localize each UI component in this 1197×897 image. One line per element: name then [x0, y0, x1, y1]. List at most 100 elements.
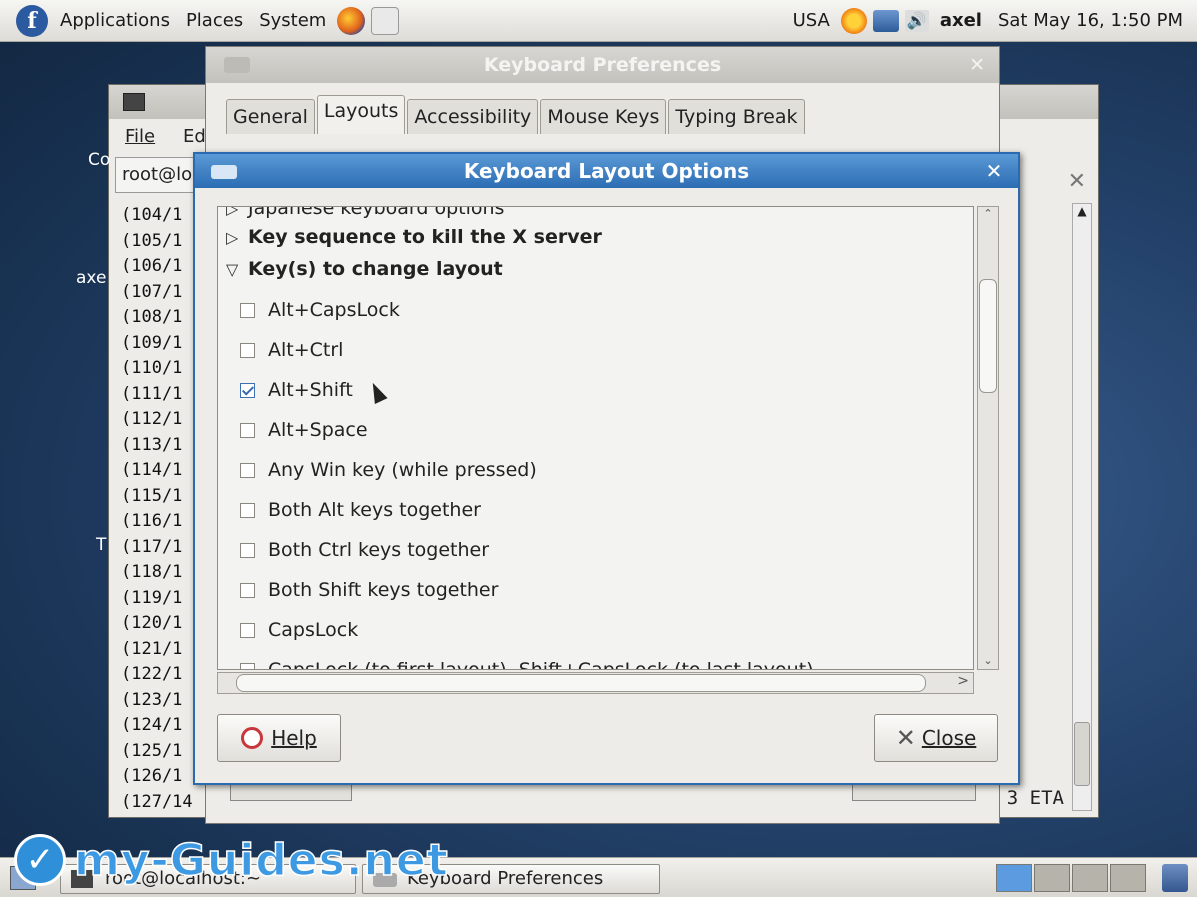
checkbox-icon[interactable]	[240, 542, 255, 558]
options-tree: ▷ Japanese keyboard options ▷ Key sequen…	[217, 206, 974, 670]
workspace-2[interactable]	[1034, 864, 1070, 892]
tab-typing-break[interactable]: Typing Break	[668, 99, 805, 134]
checkbox-icon[interactable]	[240, 582, 255, 598]
dialog-close-icon[interactable]: ✕	[982, 159, 1006, 183]
option-any-win-key-while-pressed[interactable]: Any Win key (while pressed)	[240, 455, 537, 485]
checkbox-icon[interactable]	[240, 622, 255, 638]
update-notifier-icon[interactable]	[840, 8, 867, 34]
places-menu[interactable]: Places	[178, 0, 251, 42]
workspace-3[interactable]	[1072, 864, 1108, 892]
checkbox-icon[interactable]	[240, 662, 255, 669]
terminal-line: (117/1	[121, 536, 183, 557]
desktop-icon-label[interactable]: T	[96, 535, 106, 555]
group-change-layout[interactable]: ▽ Key(s) to change layout	[226, 254, 503, 284]
option-alt-shift[interactable]: Alt+Shift	[240, 375, 353, 405]
help-button[interactable]: Help	[217, 714, 341, 762]
desktop-icon-label[interactable]: Co	[88, 150, 110, 170]
trash-icon[interactable]	[1162, 864, 1188, 892]
group-label: Key(s) to change layout	[248, 258, 503, 280]
desktop-icon-label[interactable]: axe	[76, 268, 106, 288]
help-button-label: Help	[271, 726, 317, 750]
window-close-icon[interactable]: ✕	[969, 47, 985, 83]
terminal-line: (113/1	[121, 434, 183, 455]
user-name[interactable]: axel	[932, 0, 990, 42]
terminal-line: (110/1	[121, 358, 183, 378]
terminal-line: (116/1	[121, 511, 183, 531]
option-capslock[interactable]: CapsLock	[240, 615, 358, 645]
checkmark-icon: ✓	[14, 834, 66, 886]
applications-menu[interactable]: Applications	[52, 0, 178, 42]
terminal-line: (111/1	[121, 383, 183, 404]
vertical-scroll-thumb[interactable]	[979, 279, 997, 393]
group-japanese[interactable]: ▷ Japanese keyboard options	[226, 206, 505, 223]
close-button-label: Close	[921, 726, 977, 750]
workspace-4[interactable]	[1110, 864, 1146, 892]
dialog-title: Keyboard Layout Options	[463, 159, 750, 183]
option-both-alt-keys-together[interactable]: Both Alt keys together	[240, 495, 481, 525]
tab-mouse-keys[interactable]: Mouse Keys	[540, 99, 667, 134]
option-label: Both Ctrl keys together	[268, 539, 490, 561]
terminal-line: (112/1	[121, 409, 183, 429]
option-label: Alt+Shift	[268, 379, 353, 401]
terminal-line: (125/1	[121, 740, 183, 761]
close-button[interactable]: ✕ Close	[874, 714, 998, 762]
option-capslock-to-first-layout-shift-capslock-to-last-layout[interactable]: CapsLock (to first layout), Shift+CapsLo…	[240, 655, 814, 669]
network-icon[interactable]	[872, 10, 899, 32]
firefox-icon[interactable]	[337, 6, 366, 35]
option-both-shift-keys-together[interactable]: Both Shift keys together	[240, 575, 498, 605]
close-icon: ✕	[895, 724, 916, 752]
mail-icon[interactable]	[371, 6, 400, 35]
tab-accessibility[interactable]: Accessibility	[407, 99, 539, 134]
terminal-line: (118/1	[121, 562, 183, 582]
terminal-tab[interactable]: root@lo	[115, 157, 205, 193]
terminal-line: (123/1	[121, 689, 183, 710]
group-kill-x-server[interactable]: ▷ Key sequence to kill the X server	[226, 222, 602, 252]
keyboard-layout-indicator[interactable]: USA	[785, 0, 838, 42]
options-horizontal-scrollbar[interactable]: >	[217, 672, 974, 694]
checkbox-icon[interactable]	[240, 422, 255, 438]
checkbox-icon[interactable]	[240, 502, 255, 518]
terminal-line: (114/1	[121, 460, 183, 480]
checkbox-icon[interactable]	[240, 302, 255, 318]
option-alt-ctrl[interactable]: Alt+Ctrl	[240, 335, 343, 365]
scroll-up-icon[interactable]: ▲	[1073, 204, 1091, 218]
option-label: Alt+CapsLock	[268, 299, 400, 321]
scroll-down-icon[interactable]: ⌄	[978, 654, 998, 667]
horizontal-scroll-thumb[interactable]	[236, 674, 926, 692]
edit-menu[interactable]: Ed	[183, 121, 206, 153]
option-both-ctrl-keys-together[interactable]: Both Ctrl keys together	[240, 535, 489, 565]
terminal-scroll-thumb[interactable]	[1074, 722, 1090, 786]
option-alt-space[interactable]: Alt+Space	[240, 415, 368, 445]
file-menu[interactable]: File	[125, 121, 155, 153]
expander-expanded-icon[interactable]: ▽	[226, 260, 248, 279]
checkbox-checked-icon[interactable]	[240, 382, 255, 398]
terminal-tab-close-icon[interactable]: ✕	[1068, 169, 1086, 194]
expander-collapsed-icon[interactable]: ▷	[226, 207, 248, 218]
checkbox-icon[interactable]	[240, 342, 255, 358]
keyboard-icon	[211, 165, 237, 179]
option-alt-capslock[interactable]: Alt+CapsLock	[240, 295, 400, 325]
keyboard-preferences-title: Keyboard Preferences	[483, 54, 722, 76]
volume-icon[interactable]: 🔊	[904, 10, 929, 32]
system-menu[interactable]: System	[251, 0, 334, 42]
scroll-right-icon[interactable]: >	[957, 673, 969, 689]
keyboard-layout-options-dialog: Keyboard Layout Options ✕ ▷ Japanese key…	[193, 152, 1020, 785]
options-vertical-scrollbar[interactable]: ⌃ ⌄	[977, 206, 999, 670]
checkbox-icon[interactable]	[240, 462, 255, 478]
workspace-1[interactable]	[996, 864, 1032, 892]
keyboard-preferences-titlebar: Keyboard Preferences ✕	[206, 47, 999, 83]
top-panel: f Applications Places System USA 🔊 axel …	[0, 0, 1197, 42]
terminal-line: (120/1	[121, 613, 183, 633]
scroll-up-icon[interactable]: ⌃	[978, 207, 998, 220]
expander-collapsed-icon[interactable]: ▷	[226, 228, 248, 247]
tab-layouts[interactable]: Layouts	[316, 95, 406, 134]
clock[interactable]: Sat May 16, 1:50 PM	[990, 0, 1197, 42]
terminal-line: (119/1	[121, 587, 183, 608]
terminal-scrollbar[interactable]: ▲	[1072, 203, 1092, 811]
terminal-line: (106/1	[121, 256, 183, 276]
fedora-logo-icon[interactable]: f	[16, 4, 48, 37]
terminal-line: (105/1	[121, 230, 183, 251]
group-label: Japanese keyboard options	[248, 206, 505, 219]
tab-general[interactable]: General	[226, 99, 315, 134]
option-label: Alt+Ctrl	[268, 339, 344, 361]
